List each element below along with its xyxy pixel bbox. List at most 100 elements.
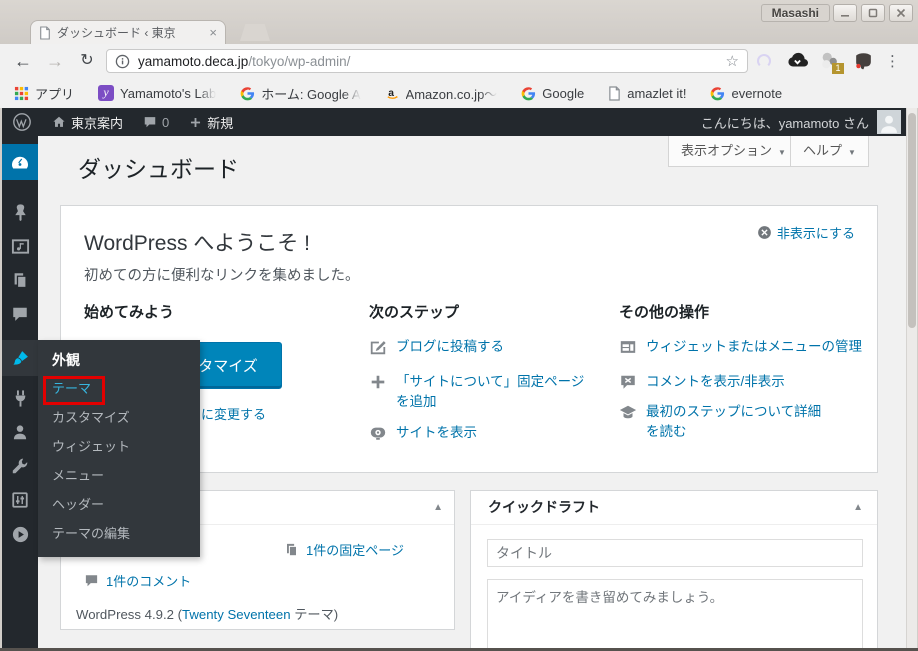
flyout-item-menus[interactable]: メニュー: [38, 461, 200, 490]
people-extension-icon[interactable]: 1: [819, 50, 841, 72]
close-window-button[interactable]: [889, 4, 913, 22]
annotation-highlight-box: [43, 376, 105, 405]
comment-bubble-icon: [84, 573, 99, 588]
sidebar-item-plugins[interactable]: [2, 381, 38, 415]
scrollbar-thumb[interactable]: [908, 113, 916, 328]
site-name-menu[interactable]: 東京案内: [42, 108, 133, 136]
plugins-icon: [11, 389, 30, 408]
sidebar-item-users[interactable]: [2, 415, 38, 449]
welcome-get-started-column: 始めてみよう サイトをカスタマイズ または、別のテーマに変更する: [84, 301, 354, 322]
back-icon[interactable]: ←: [10, 46, 36, 76]
bookmark-home-google[interactable]: ホーム: Google A: [240, 84, 360, 103]
sidebar-item-settings[interactable]: [2, 483, 38, 517]
draft-title-input[interactable]: [487, 539, 863, 567]
sidebar-item-dashboard[interactable]: [2, 144, 38, 180]
dismiss-link[interactable]: 非表示にする: [757, 223, 855, 242]
page-title: ダッシュボード: [78, 150, 239, 184]
browser-tab[interactable]: ダッシュボード ‹ 東京 ×: [30, 20, 226, 44]
maximize-button[interactable]: [861, 4, 885, 22]
help-button[interactable]: ヘルプ▼: [790, 136, 869, 167]
bookmark-apps[interactable]: アプリ: [14, 84, 74, 103]
appearance-brush-icon: [11, 349, 30, 368]
wordpress-version-text: WordPress 4.9.2 (Twenty Seventeen テーマ): [76, 604, 338, 623]
browser-menu-icon[interactable]: ⋮: [885, 52, 900, 70]
collapse-toggle-icon[interactable]: ▲: [433, 491, 443, 524]
bookmarks-bar: アプリ y Yamamoto's Lab ホーム: Google A a Ama…: [0, 78, 918, 108]
extension-area: 1 ⋮: [753, 46, 900, 76]
bookmark-yamamotos-lab[interactable]: y Yamamoto's Lab: [98, 85, 216, 101]
tab-close-icon[interactable]: ×: [209, 26, 217, 39]
bookmark-amazlet[interactable]: amazlet it!: [608, 86, 686, 101]
media-icon: [11, 237, 30, 256]
bookmark-evernote[interactable]: evernote: [710, 86, 782, 101]
manage-widgets-menus-link[interactable]: ウィジェットまたはメニューの管理: [619, 337, 862, 357]
draft-content-textarea[interactable]: [487, 579, 863, 651]
flyout-item-widgets[interactable]: ウィジェット: [38, 432, 200, 461]
bookmark-label: Google: [542, 86, 584, 101]
sidebar-item-appearance[interactable]: [2, 340, 38, 376]
bookmark-label: evernote: [731, 86, 782, 101]
bookmark-star-icon[interactable]: ☆: [726, 52, 739, 70]
y-favicon-icon: y: [98, 85, 114, 101]
view-site-link[interactable]: サイトを表示: [369, 423, 477, 443]
info-icon[interactable]: [115, 54, 130, 69]
bookmark-label: amazlet it!: [627, 86, 686, 101]
quick-draft-box: クイックドラフト ▲: [470, 490, 878, 651]
bookmark-amazon[interactable]: a Amazon.co.jp〜: [385, 84, 498, 103]
bookmark-label: ホーム: Google A: [261, 84, 360, 103]
minimize-icon: [840, 8, 850, 18]
minimize-button[interactable]: [833, 4, 857, 22]
bookmark-label: アプリ: [35, 84, 74, 103]
write-post-link[interactable]: ブログに投稿する: [369, 337, 504, 357]
comment-bubble-icon: [143, 115, 157, 129]
new-content-menu[interactable]: 新規: [179, 108, 243, 136]
welcome-next-steps-column: 次のステップ ブログに投稿する 「サイトについて」固定ページを追加 サイトを表示: [369, 301, 599, 322]
page-favicon-icon: [39, 26, 51, 40]
sidebar-item-posts[interactable]: [2, 195, 38, 229]
cloud-download-extension-icon[interactable]: [786, 50, 808, 72]
chevron-down-icon: ▼: [778, 148, 786, 157]
admin-bar-account[interactable]: こんにちは、yamamoto さん: [701, 110, 906, 134]
new-label: 新規: [207, 113, 233, 132]
comments-icon: [11, 305, 29, 323]
forward-icon[interactable]: →: [42, 46, 68, 76]
box-header[interactable]: クイックドラフト ▲: [471, 491, 877, 525]
column-heading: その他の操作: [619, 301, 869, 322]
sidebar-item-tools[interactable]: [2, 449, 38, 483]
add-about-page-link[interactable]: 「サイトについて」固定ページを追加: [369, 372, 597, 412]
learn-more-link[interactable]: 最初のステップについて詳細を読む: [619, 402, 831, 442]
google-g-icon: [710, 86, 725, 101]
browser-scrollbar[interactable]: [906, 108, 917, 651]
collapse-toggle-icon[interactable]: ▲: [853, 491, 863, 524]
comments-count-link[interactable]: 1件のコメント: [84, 571, 191, 590]
screen-options-button[interactable]: 表示オプション▼: [668, 136, 799, 167]
sidebar-item-pages[interactable]: [2, 263, 38, 297]
evernote-extension-icon[interactable]: [852, 50, 874, 72]
page-stack-icon: [284, 542, 299, 557]
wp-logo-menu[interactable]: [2, 108, 42, 136]
theme-link[interactable]: Twenty Seventeen: [182, 607, 291, 622]
sidebar-item-play-plugin[interactable]: [2, 517, 38, 551]
address-bar[interactable]: yamamoto.deca.jp/tokyo/wp-admin/ ☆: [106, 49, 748, 73]
flyout-item-customize[interactable]: カスタマイズ: [38, 403, 200, 432]
pages-count-link[interactable]: 1件の固定ページ: [284, 540, 404, 559]
window-titlebar: Masashi ダッシュボード ‹ 東京 ×: [0, 0, 918, 44]
wp-admin-bar: 東京案内 0 新規 こんにちは、yamamoto さん: [2, 108, 906, 136]
welcome-subtitle: 初めての方に便利なリンクを集めました。: [84, 264, 360, 285]
widgets-menus-icon: [619, 338, 637, 356]
tools-icon: [11, 457, 29, 475]
bookmark-google[interactable]: Google: [521, 86, 584, 101]
purple-extension-icon[interactable]: [753, 50, 775, 72]
url-text[interactable]: yamamoto.deca.jp/tokyo/wp-admin/: [138, 54, 350, 69]
reload-icon[interactable]: ↻: [74, 46, 100, 76]
learn-more-icon: [619, 403, 637, 421]
sidebar-item-media[interactable]: [2, 229, 38, 263]
sidebar-item-comments[interactable]: [2, 297, 38, 331]
new-tab-button[interactable]: [240, 24, 270, 41]
comments-menu[interactable]: 0: [133, 108, 179, 136]
apps-grid-icon: [14, 86, 29, 101]
flyout-item-editor[interactable]: テーマの編集: [38, 519, 200, 548]
toggle-comments-link[interactable]: コメントを表示/非表示: [619, 372, 785, 392]
flyout-item-header[interactable]: ヘッダー: [38, 490, 200, 519]
url-host: yamamoto.deca.jp: [138, 54, 248, 69]
